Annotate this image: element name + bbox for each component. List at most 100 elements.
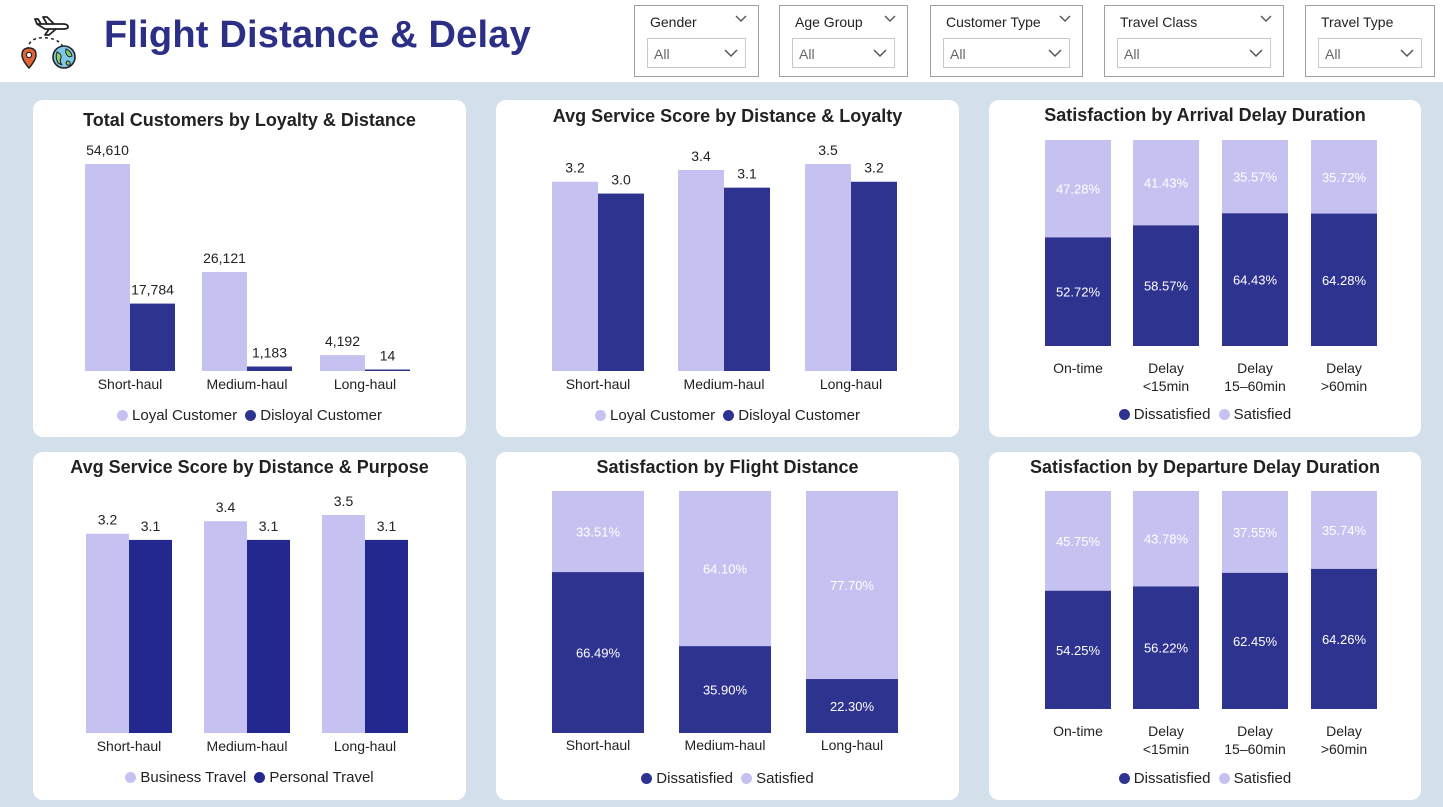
bar — [247, 366, 292, 371]
chevron-down-icon[interactable] — [1047, 45, 1063, 61]
legend-marker — [741, 773, 753, 784]
chevron-down-icon[interactable] — [872, 45, 888, 61]
category-label: Long-haul — [820, 376, 882, 392]
slicer-dropdown[interactable]: All — [647, 38, 746, 68]
slicer-dropdown[interactable]: All — [1117, 38, 1271, 68]
slicer-value: All — [1325, 46, 1341, 62]
slicer-label: Travel Type — [1321, 14, 1394, 30]
data-label: 4,192 — [325, 333, 360, 349]
slicer-label: Travel Class — [1120, 14, 1198, 30]
data-label: 3.2 — [864, 160, 884, 176]
chart-plot: 33.51% 66.49% Short-haul 64.10% 35.90% Medium… — [552, 491, 898, 753]
legend-label: Business Travel — [140, 769, 247, 786]
data-label: 37.55% — [1233, 525, 1278, 540]
chevron-down-icon[interactable] — [1259, 12, 1273, 26]
chevron-down-icon[interactable] — [734, 12, 748, 26]
chevron-down-icon[interactable] — [723, 45, 739, 61]
data-label: 1,183 — [252, 345, 287, 361]
legend-label: Satisfied — [756, 770, 814, 787]
legend-item[interactable]: Satisfied — [1218, 406, 1292, 423]
data-label: 77.70% — [830, 578, 875, 593]
legend-item[interactable]: Loyal Customer — [595, 407, 715, 424]
category-label: On-time — [1053, 360, 1103, 376]
data-label: 54.25% — [1056, 643, 1101, 658]
category-label: Short-haul — [566, 376, 631, 392]
legend-item[interactable]: Disloyal Customer — [723, 407, 860, 424]
slicer-dropdown[interactable]: All — [1318, 38, 1422, 68]
legend-label: Personal Travel — [269, 769, 374, 786]
category-label: >60min — [1321, 378, 1367, 394]
slicer-value: All — [654, 46, 670, 62]
legend-marker — [1118, 409, 1130, 420]
slicer-travel-class[interactable]: Travel Class All — [1104, 5, 1284, 77]
data-label: 41.43% — [1144, 176, 1189, 191]
category-label: Medium-haul — [685, 737, 766, 753]
category-label: Medium-haul — [207, 376, 288, 392]
bar — [365, 369, 410, 371]
category-label: Delay — [1148, 723, 1184, 739]
legend-marker — [117, 410, 129, 421]
slicer-value: All — [1124, 46, 1140, 62]
legend-marker — [595, 410, 607, 421]
chevron-down-icon[interactable] — [1058, 12, 1072, 26]
category-label: Delay — [1148, 360, 1184, 376]
legend-label: Dissatisfied — [1133, 770, 1211, 787]
legend-item[interactable]: Personal Travel — [254, 769, 374, 786]
legend-item[interactable]: Dissatisfied — [1118, 406, 1210, 423]
chart-plot: 3.2 3.1 Short-haul 3.4 3.1 Medium-haul 3.5 3.1 L… — [86, 493, 408, 754]
data-label: 52.72% — [1056, 285, 1101, 300]
slicer-value: All — [950, 46, 966, 62]
bar — [552, 181, 598, 371]
data-label: 17,784 — [131, 282, 174, 298]
slicer-dropdown[interactable]: All — [943, 38, 1070, 68]
bar — [86, 533, 129, 733]
legend-item[interactable]: Dissatisfied — [641, 770, 733, 787]
data-label: 54,610 — [86, 142, 129, 158]
legend-item[interactable]: Dissatisfied — [1118, 770, 1211, 787]
slicer-customer-type[interactable]: Customer Type All — [930, 5, 1083, 77]
data-label: 3.1 — [737, 166, 757, 182]
chevron-down-icon[interactable] — [883, 12, 897, 26]
slicer-value: All — [799, 46, 815, 62]
chart-plot: 54,610 17,784 Short-haul 26,121 1,183 Medium-… — [85, 142, 410, 392]
legend-marker — [245, 410, 257, 421]
category-label: 15–60min — [1224, 741, 1286, 757]
legend-label: Satisfied — [1233, 406, 1292, 423]
data-label: 33.51% — [576, 525, 621, 540]
bar — [322, 515, 365, 733]
data-label: 35.57% — [1233, 170, 1278, 185]
slicer-label: Age Group — [795, 14, 863, 30]
slicer-gender[interactable]: Gender All — [634, 5, 759, 77]
legend-item[interactable]: Satisfied — [1218, 770, 1291, 787]
legend-label: Loyal Customer — [132, 407, 238, 424]
chevron-down-icon[interactable] — [1399, 45, 1415, 61]
legend-item[interactable]: Satisfied — [741, 770, 814, 787]
legend-marker — [1118, 773, 1130, 784]
legend-label: Loyal Customer — [610, 407, 716, 424]
legend-item[interactable]: Disloyal Customer — [245, 407, 382, 424]
chevron-down-icon[interactable] — [1248, 45, 1264, 61]
chart-legend: Business Travel Personal Travel — [33, 769, 466, 786]
chart-card-loyalty-distance: Total Customers by Loyalty & Distance 54… — [33, 100, 466, 437]
data-label: 26,121 — [203, 250, 246, 266]
slicer-label: Customer Type — [946, 14, 1041, 30]
data-label: 47.28% — [1056, 182, 1101, 197]
slicer-dropdown[interactable]: All — [792, 38, 895, 68]
data-label: 3.0 — [611, 172, 631, 188]
legend-marker — [723, 410, 735, 421]
legend-item[interactable]: Business Travel — [125, 769, 246, 786]
data-label: 3.4 — [691, 148, 711, 164]
legend-item[interactable]: Loyal Customer — [117, 407, 237, 424]
slicer-age-group[interactable]: Age Group All — [779, 5, 908, 77]
category-label: Delay — [1237, 360, 1273, 376]
category-label: On-time — [1053, 723, 1103, 739]
data-label: 22.30% — [830, 699, 875, 714]
data-label: 3.1 — [259, 518, 279, 534]
data-label: 14 — [380, 348, 396, 364]
chart-legend: Dissatisfied Satisfied — [989, 406, 1421, 423]
slicer-travel-type[interactable]: Travel Type All — [1305, 5, 1435, 77]
data-label: 62.45% — [1233, 634, 1278, 649]
chart-card-arrival-delay: Satisfaction by Arrival Delay Duration 4… — [989, 100, 1421, 437]
chart-plot: 45.75% 54.25% On-time 43.78% 56.22% Delay <15m… — [1045, 491, 1377, 757]
data-label: 45.75% — [1056, 534, 1101, 549]
